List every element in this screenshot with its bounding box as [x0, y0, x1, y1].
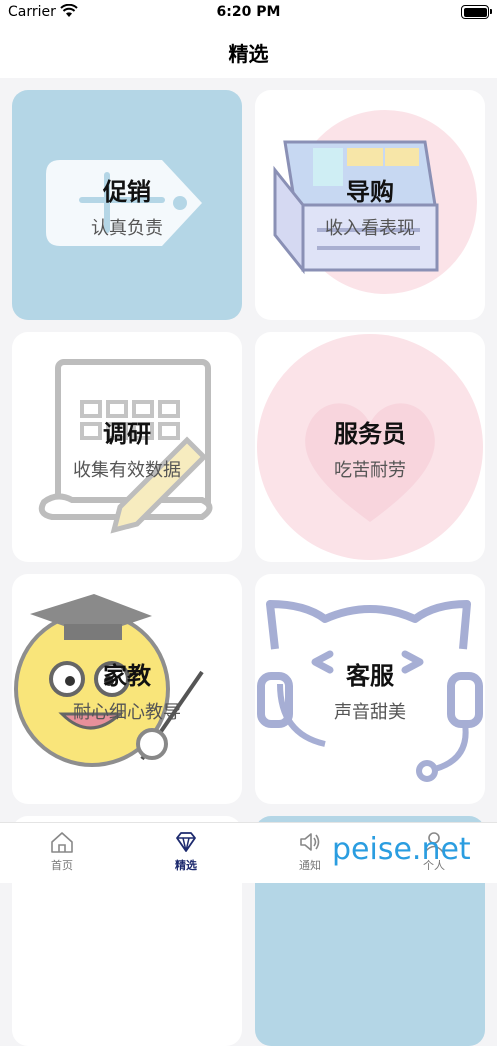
status-time: 6:20 PM — [216, 4, 281, 20]
card-subtitle: 吃苦耐劳 — [334, 460, 406, 481]
diamond-icon — [176, 832, 196, 852]
tab-label: 精选 — [175, 859, 197, 872]
tab-featured[interactable]: 精选 — [124, 829, 248, 873]
card-title: 促销 — [103, 178, 151, 206]
card-title: 服务员 — [334, 420, 406, 448]
card-title: 调研 — [103, 420, 151, 448]
status-bar: Carrier 6:20 PM — [0, 0, 497, 26]
card-shopping-guide[interactable]: 导购 收入看表现 — [255, 90, 485, 320]
battery-icon — [461, 5, 492, 19]
card-subtitle: 耐心细心教导 — [73, 702, 181, 723]
tab-home[interactable]: 首页 — [0, 829, 124, 873]
page-title: 精选 — [228, 42, 269, 66]
card-waiter[interactable]: 服务员 吃苦耐劳 — [255, 332, 485, 562]
card-subtitle: 声音甜美 — [334, 702, 406, 723]
tab-label: 首页 — [51, 859, 73, 872]
card-subtitle: 收入看表现 — [325, 218, 415, 239]
watermark: peise.net — [332, 832, 471, 867]
speaker-icon — [300, 833, 320, 851]
card-title: 客服 — [346, 662, 394, 690]
card-title: 家教 — [103, 662, 151, 690]
home-icon — [51, 832, 73, 853]
card-customer-service[interactable]: 客服 声音甜美 — [255, 574, 485, 804]
card-subtitle: 收集有效数据 — [73, 460, 181, 481]
card-subtitle: 认真负责 — [91, 218, 163, 239]
navigation-bar: 精选 — [0, 26, 497, 78]
card-promotion[interactable]: 促销 认真负责 — [12, 90, 242, 320]
card-title: 导购 — [346, 178, 394, 206]
card-research[interactable]: 调研 收集有效数据 — [12, 332, 242, 562]
card-tutor[interactable]: 家教 耐心细心教导 — [12, 574, 242, 804]
